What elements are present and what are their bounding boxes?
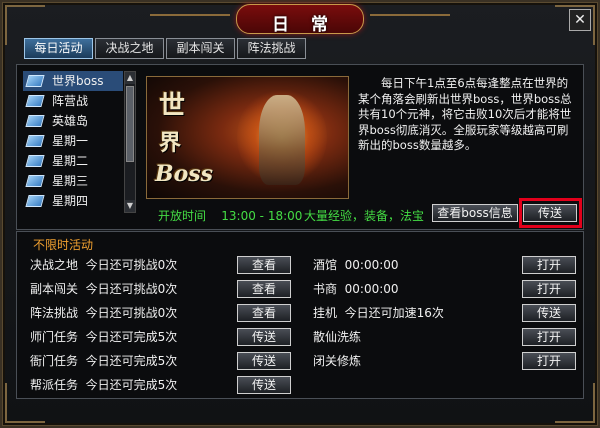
open-button[interactable]: 打开 — [522, 328, 576, 346]
title-ornament — [370, 14, 450, 16]
tab-decisive-battle[interactable]: 决战之地 — [95, 38, 164, 59]
activity-name: 阵法挑战 — [30, 306, 79, 320]
open-button[interactable]: 打开 — [522, 256, 576, 274]
title-plate: 日常 — [236, 4, 364, 35]
view-boss-info-button[interactable]: 查看boss信息 — [432, 204, 518, 222]
activity-status: 今日还可加速16次 — [344, 306, 444, 320]
open-time-value: 13:00 - 18:00 — [221, 209, 303, 223]
activity-row: 挂机 今日还可加速16次 — [313, 303, 444, 323]
teleport-button[interactable]: 传送 — [237, 376, 291, 394]
activity-description: 每日下午1点至6点每逢整点在世界的某个角落会刷新出世界boss，世界boss总共… — [358, 76, 572, 152]
book-icon — [25, 195, 45, 207]
boss-figure — [259, 95, 305, 185]
book-icon — [25, 175, 45, 187]
book-icon — [25, 115, 45, 127]
book-icon — [25, 135, 45, 147]
list-item[interactable]: 星期四 — [23, 191, 123, 211]
activity-name: 散仙洗练 — [313, 330, 362, 344]
list-item[interactable]: 世界boss — [23, 71, 123, 91]
activity-row: 副本闯关 今日还可挑战0次 — [30, 279, 177, 299]
activity-status: 今日还可完成5次 — [85, 378, 178, 392]
teleport-button[interactable]: 传送 — [237, 352, 291, 370]
activity-status: 今日还可挑战0次 — [85, 306, 178, 320]
banner-glyph: 界 — [159, 130, 182, 156]
list-item-label: 英雄岛 — [52, 114, 89, 128]
banner-glyph: Boss — [155, 161, 214, 187]
teleport-highlight — [519, 198, 582, 228]
activity-row: 闭关修炼 — [313, 351, 361, 371]
activity-status: 00:00:00 — [344, 258, 399, 272]
activity-name: 师门任务 — [30, 330, 79, 344]
list-item-label: 星期四 — [52, 194, 89, 208]
book-icon — [25, 155, 45, 167]
list-scrollbar[interactable]: ▲ ▼ — [124, 71, 136, 213]
open-button[interactable]: 打开 — [522, 280, 576, 298]
activity-name: 书商 — [313, 282, 338, 296]
banner-glyph: 世 — [159, 91, 186, 121]
activity-row: 阵法挑战 今日还可挑战0次 — [30, 303, 177, 323]
list-item-label: 星期一 — [52, 134, 89, 148]
activity-name: 酒馆 — [313, 258, 338, 272]
list-item-label: 星期三 — [52, 174, 89, 188]
list-item[interactable]: 星期一 — [23, 131, 123, 151]
activity-name: 闭关修炼 — [313, 354, 362, 368]
activity-status: 今日还可挑战0次 — [85, 258, 178, 272]
close-button[interactable]: ✕ — [569, 9, 591, 31]
teleport-button[interactable]: 传送 — [522, 304, 576, 322]
open-time-label: 开放时间 — [158, 209, 207, 223]
section-title: 不限时活动 — [33, 238, 94, 252]
list-item-label: 星期二 — [52, 154, 89, 168]
activity-row: 书商 00:00:00 — [313, 279, 399, 299]
activity-name: 挂机 — [313, 306, 338, 320]
activity-name: 决战之地 — [30, 258, 79, 272]
tab-dungeon[interactable]: 副本闯关 — [166, 38, 235, 59]
activity-row: 散仙洗练 — [313, 327, 361, 347]
book-icon — [25, 95, 45, 107]
title-ornament — [150, 14, 230, 16]
list-item-label: 阵营战 — [52, 94, 89, 108]
view-button[interactable]: 查看 — [237, 280, 291, 298]
world-boss-banner: 世 界 Boss — [146, 76, 349, 199]
list-item[interactable]: 星期二 — [23, 151, 123, 171]
scroll-thumb[interactable] — [126, 86, 134, 162]
activity-row: 衙门任务 今日还可完成5次 — [30, 351, 177, 371]
activity-name: 衙门任务 — [30, 354, 79, 368]
activity-status: 今日还可完成5次 — [85, 354, 178, 368]
list-item[interactable]: 星期三 — [23, 171, 123, 191]
activity-name: 帮派任务 — [30, 378, 79, 392]
activity-list: 世界boss 阵营战 英雄岛 星期一 星期二 星期三 星期四 — [23, 71, 123, 213]
scroll-down-icon[interactable]: ▼ — [125, 200, 135, 212]
reward-text: 大量经验，装备，法宝 — [304, 209, 425, 223]
open-time: 开放时间 13:00 - 18:00 — [158, 207, 302, 224]
tab-formation-challenge[interactable]: 阵法挑战 — [237, 38, 306, 59]
book-icon — [25, 75, 45, 87]
view-button[interactable]: 查看 — [237, 304, 291, 322]
view-button[interactable]: 查看 — [237, 256, 291, 274]
open-button[interactable]: 打开 — [522, 352, 576, 370]
activity-row: 帮派任务 今日还可完成5次 — [30, 375, 177, 395]
activity-status: 今日还可挑战0次 — [85, 282, 178, 296]
activity-status: 00:00:00 — [344, 282, 399, 296]
window-title: 日常 — [272, 15, 350, 35]
activity-name: 副本闯关 — [30, 282, 79, 296]
activity-row: 酒馆 00:00:00 — [313, 255, 399, 275]
activity-row: 决战之地 今日还可挑战0次 — [30, 255, 177, 275]
list-item-label: 世界boss — [52, 74, 104, 88]
scroll-up-icon[interactable]: ▲ — [125, 72, 135, 84]
list-item[interactable]: 阵营战 — [23, 91, 123, 111]
activity-row: 师门任务 今日还可完成5次 — [30, 327, 177, 347]
list-item[interactable]: 英雄岛 — [23, 111, 123, 131]
activity-status: 今日还可完成5次 — [85, 330, 178, 344]
tab-daily-activities[interactable]: 每日活动 — [24, 38, 93, 59]
teleport-button[interactable]: 传送 — [237, 328, 291, 346]
